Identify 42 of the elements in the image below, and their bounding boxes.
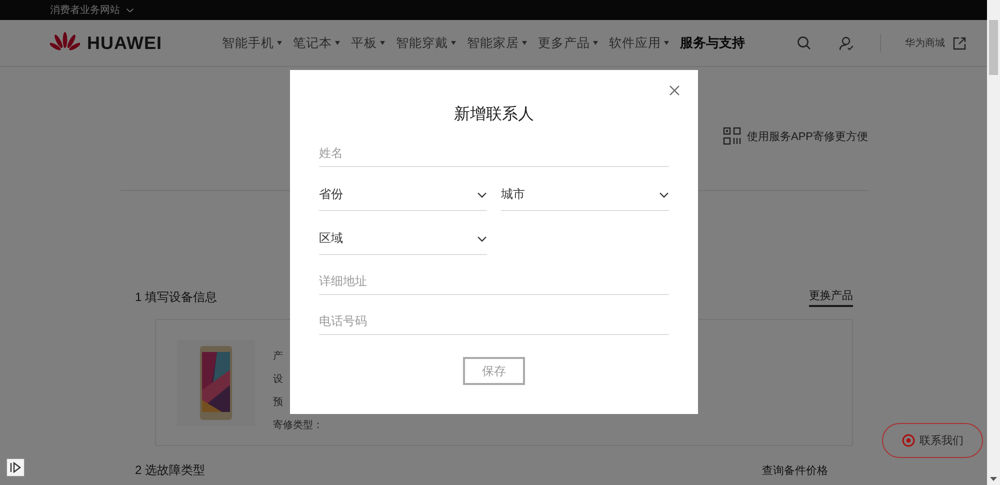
sidebar-toggle-icon[interactable] bbox=[6, 458, 25, 477]
external-link-icon bbox=[953, 36, 966, 50]
nav-item[interactable]: 智能手机 bbox=[222, 34, 282, 52]
chevron-down-icon bbox=[126, 8, 134, 12]
close-icon[interactable] bbox=[669, 85, 680, 96]
promo-text: 使用服务APP寄修更方便 bbox=[746, 130, 868, 144]
device-info-text: 预 bbox=[273, 396, 284, 409]
qr-code-icon bbox=[722, 127, 741, 145]
parts-price-link[interactable]: 查询备件价格 bbox=[762, 463, 828, 478]
nav-item[interactable]: 笔记本 bbox=[293, 34, 340, 52]
user-icon[interactable] bbox=[839, 36, 854, 50]
scroll-down-arrow-icon[interactable] bbox=[990, 477, 997, 481]
dialog-title: 新增联系人 bbox=[453, 104, 535, 125]
text-field[interactable]: 姓名 bbox=[319, 139, 669, 167]
chevron-down-icon bbox=[659, 192, 669, 198]
nav-item[interactable]: 智能家居 bbox=[467, 34, 527, 52]
step-title: 2 选故障类型 bbox=[135, 462, 206, 479]
scrollbar[interactable] bbox=[987, 0, 1000, 485]
step-title: 1 填写设备信息 bbox=[135, 289, 218, 306]
device-info-text: 设 bbox=[273, 373, 284, 386]
search-icon[interactable] bbox=[797, 36, 811, 50]
nav-item[interactable]: 服务与支持 bbox=[680, 34, 745, 52]
nav-item[interactable]: 平板 bbox=[351, 34, 385, 52]
save-button[interactable]: 保存 bbox=[463, 357, 525, 385]
store-link[interactable]: 华为商城 bbox=[905, 36, 966, 50]
chevron-down-icon bbox=[477, 236, 487, 242]
site-link[interactable]: 消费者业务网站 bbox=[50, 3, 134, 17]
dropdown-field[interactable]: 省份 bbox=[319, 179, 487, 211]
text-field[interactable]: 电话号码 bbox=[319, 307, 669, 335]
device-info-text: 寄修类型： bbox=[273, 418, 323, 432]
device-info-text: 产 bbox=[273, 350, 284, 363]
change-product-link[interactable]: 更换产品 bbox=[809, 288, 853, 307]
nav-item[interactable]: 智能穿戴 bbox=[396, 34, 456, 52]
chevron-down-icon bbox=[477, 192, 487, 198]
contact-us-button[interactable]: 联系我们 bbox=[882, 423, 983, 458]
nav-item[interactable]: 软件应用 bbox=[609, 34, 669, 52]
nav-item[interactable]: 更多产品 bbox=[538, 34, 598, 52]
dropdown-field[interactable]: 城市 bbox=[501, 179, 669, 211]
dropdown-field[interactable]: 区域 bbox=[319, 223, 487, 255]
text-field[interactable]: 详细地址 bbox=[319, 267, 669, 295]
logo-text: HUAWEI bbox=[87, 32, 162, 54]
scrollbar-thumb[interactable] bbox=[989, 20, 998, 75]
